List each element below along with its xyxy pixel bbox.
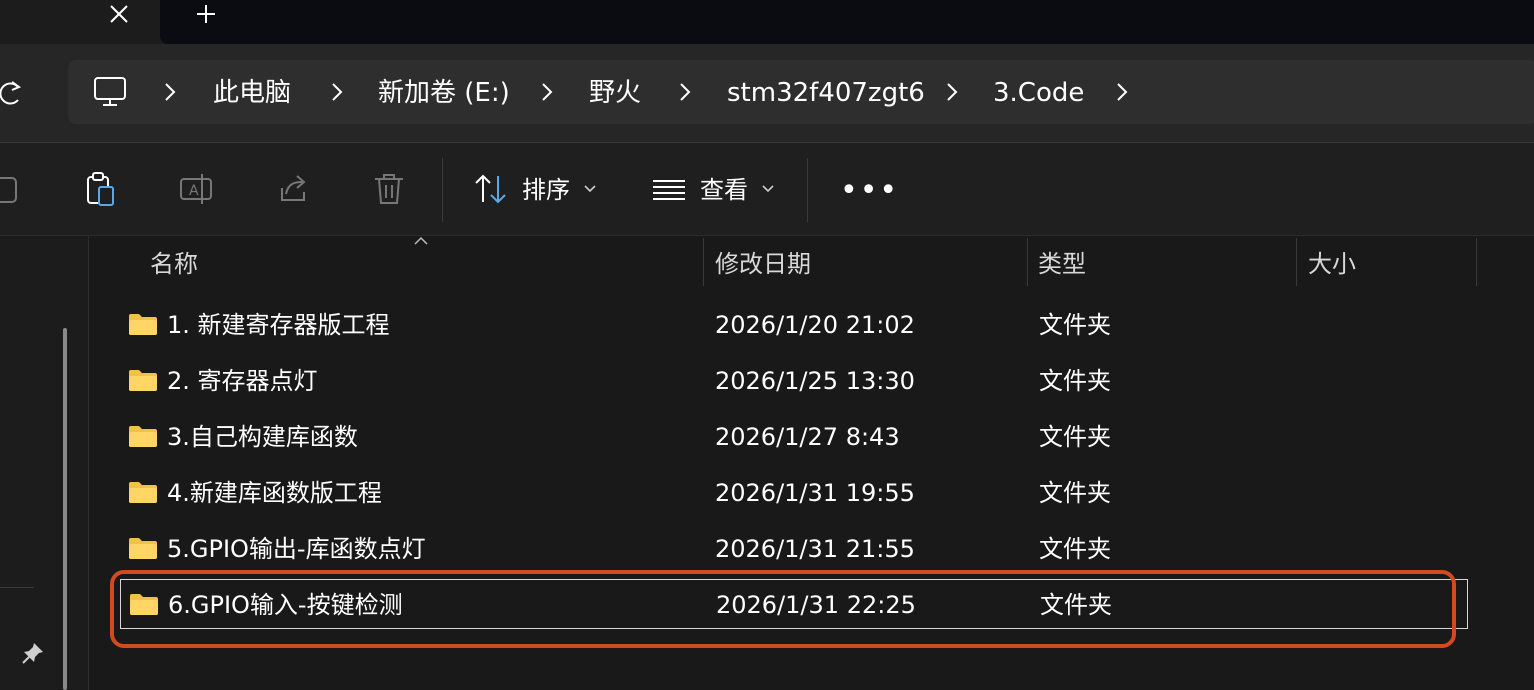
file-row-selected[interactable]: 6.GPIO输入-按键检测 2026/1/31 22:25 文件夹 (120, 579, 1468, 629)
pin-icon[interactable] (20, 640, 46, 666)
file-row[interactable]: 1. 新建寄存器版工程 2026/1/20 21:02 文件夹 (120, 300, 1468, 350)
column-divider[interactable] (1296, 238, 1297, 286)
file-date: 2026/1/31 22:25 (716, 591, 916, 619)
file-type: 文件夹 (1040, 591, 1112, 619)
file-row[interactable]: 2. 寄存器点灯 2026/1/25 13:30 文件夹 (120, 356, 1468, 406)
folder-icon (129, 370, 157, 391)
folder-icon (129, 482, 157, 503)
share-icon[interactable] (274, 170, 312, 208)
rename-icon[interactable]: A (178, 170, 216, 208)
folder-icon (129, 426, 157, 447)
file-date: 2026/1/31 19:55 (715, 479, 915, 507)
chevron-down-icon[interactable] (761, 184, 775, 194)
copy-icon[interactable] (0, 170, 24, 208)
file-date: 2026/1/31 21:55 (715, 535, 915, 563)
computer-icon[interactable] (93, 76, 127, 108)
chevron-right-icon[interactable] (162, 80, 178, 104)
file-type: 文件夹 (1039, 367, 1111, 395)
column-divider[interactable] (703, 238, 704, 286)
chevron-right-icon[interactable] (539, 80, 555, 104)
file-row[interactable]: 4.新建库函数版工程 2026/1/31 19:55 文件夹 (120, 468, 1468, 518)
column-header-size[interactable]: 大小 (1308, 246, 1356, 282)
plus-icon[interactable] (192, 0, 220, 28)
file-type: 文件夹 (1039, 423, 1111, 451)
file-type: 文件夹 (1039, 311, 1111, 339)
navigation-pane (0, 236, 89, 690)
file-name: 1. 新建寄存器版工程 (167, 311, 390, 339)
toolbar-divider (807, 158, 808, 222)
breadcrumb-item-code[interactable]: 3.Code (993, 74, 1084, 112)
navigation-pane-scrollbar[interactable] (63, 328, 67, 690)
delete-icon[interactable] (370, 170, 408, 208)
refresh-icon[interactable] (0, 78, 22, 108)
file-date: 2026/1/20 21:02 (715, 311, 915, 339)
file-row[interactable]: 3.自己构建库函数 2026/1/27 8:43 文件夹 (120, 412, 1468, 462)
chevron-down-icon[interactable] (583, 184, 597, 194)
chevron-right-icon[interactable] (944, 80, 960, 104)
file-type: 文件夹 (1039, 479, 1111, 507)
chevron-right-icon[interactable] (677, 80, 693, 104)
svg-text:A: A (189, 183, 199, 199)
close-icon[interactable] (105, 0, 133, 28)
paste-icon[interactable] (82, 170, 120, 208)
column-header-type[interactable]: 类型 (1038, 246, 1086, 282)
file-type: 文件夹 (1039, 535, 1111, 563)
column-divider[interactable] (1027, 238, 1028, 286)
view-button[interactable]: 查看 (700, 172, 748, 208)
file-row[interactable]: 5.GPIO输出-库函数点灯 2026/1/31 21:55 文件夹 (120, 524, 1468, 574)
chevron-up-icon (414, 236, 428, 245)
sort-button[interactable]: 排序 (522, 172, 570, 208)
file-name: 4.新建库函数版工程 (167, 479, 382, 507)
breadcrumb-item-this-pc[interactable]: 此电脑 (213, 74, 291, 112)
file-date: 2026/1/27 8:43 (715, 423, 900, 451)
sort-icon[interactable] (472, 170, 510, 208)
file-name: 5.GPIO输出-库函数点灯 (167, 535, 426, 563)
column-divider[interactable] (1476, 238, 1477, 286)
file-name: 3.自己构建库函数 (167, 423, 358, 451)
breadcrumb-item-stm32[interactable]: stm32f407zgt6 (727, 74, 925, 112)
breadcrumb-item-yehuo[interactable]: 野火 (589, 74, 641, 112)
file-date: 2026/1/25 13:30 (715, 367, 915, 395)
breadcrumb-item-volume-e[interactable]: 新加卷 (E:) (378, 74, 510, 112)
file-name: 6.GPIO输入-按键检测 (168, 591, 403, 619)
column-header-name[interactable]: 名称 (150, 246, 198, 282)
chevron-right-icon[interactable] (1114, 80, 1130, 104)
navigation-pane-divider (0, 587, 34, 588)
file-name: 2. 寄存器点灯 (167, 367, 318, 395)
folder-icon (129, 314, 157, 335)
folder-icon (130, 594, 158, 615)
folder-icon (129, 538, 157, 559)
column-header-date[interactable]: 修改日期 (715, 246, 811, 282)
more-icon[interactable]: ••• (840, 176, 899, 206)
active-tab[interactable] (160, 0, 1534, 44)
view-icon[interactable] (650, 170, 688, 208)
chevron-right-icon[interactable] (329, 80, 345, 104)
toolbar-divider (442, 158, 443, 222)
